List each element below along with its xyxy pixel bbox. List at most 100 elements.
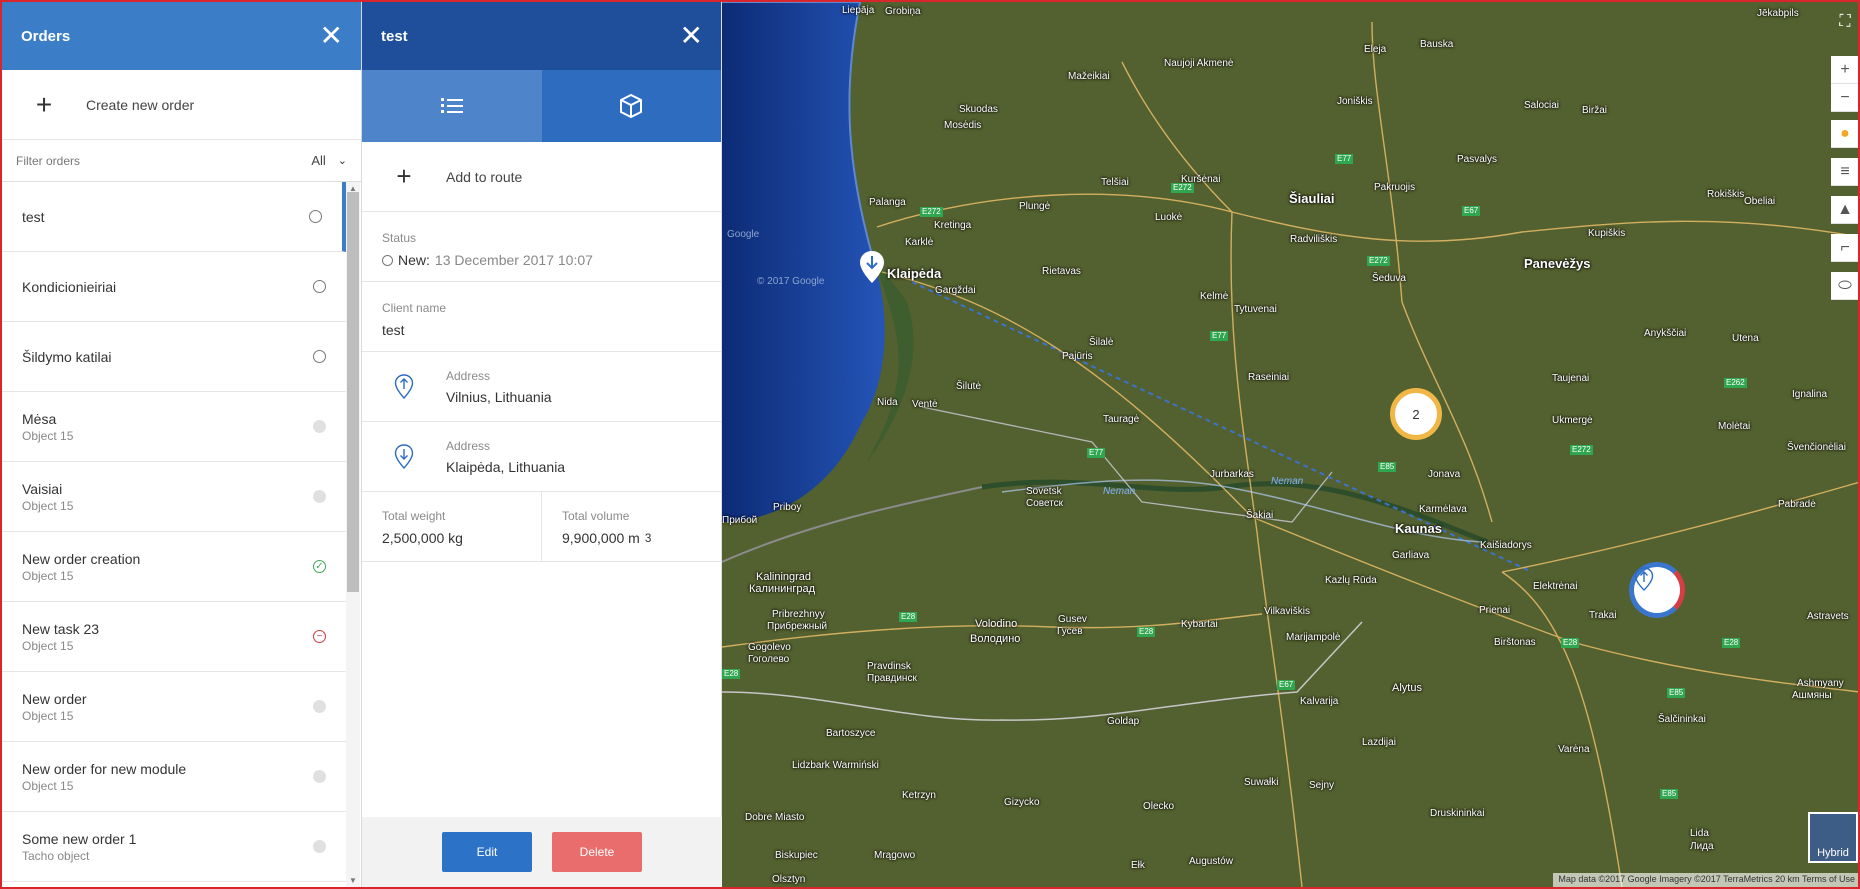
map-label: Gogolevo: [748, 642, 791, 653]
order-title: Vaisiai: [22, 480, 63, 497]
order-item[interactable]: test: [2, 182, 346, 252]
map-label: Правдинск: [867, 673, 917, 684]
order-item[interactable]: New order Object 15: [2, 672, 346, 742]
close-icon[interactable]: ✕: [320, 22, 343, 50]
map-label: Nida: [877, 397, 898, 408]
road-shield: E85: [1660, 789, 1679, 799]
add-to-route-button[interactable]: + Add to route: [362, 142, 721, 212]
polygon-icon[interactable]: ⬭: [1831, 272, 1858, 300]
close-icon[interactable]: ✕: [680, 22, 703, 50]
tab-details[interactable]: [362, 70, 542, 142]
map-label: Jurbarkas: [1210, 469, 1254, 480]
road-shield: E85: [1378, 462, 1397, 472]
filter-input[interactable]: Filter orders: [16, 154, 80, 168]
inactive-status-icon: [313, 840, 326, 853]
create-order-button[interactable]: + Create new order: [2, 70, 361, 140]
order-item[interactable]: Some new order 1 Tacho object: [2, 812, 346, 882]
order-title: New task 23: [22, 620, 100, 637]
map-label: Klaipėda: [887, 266, 942, 281]
order-item[interactable]: Kondicionieiriai: [2, 252, 346, 322]
cargo-totals: Total weight 2,500,000 kg Total volume 9…: [362, 492, 721, 562]
satellite-map[interactable]: Liepāja Grobiņa Jēkabpils Naujoji Akmenė…: [722, 2, 1858, 887]
download-pin-icon: [362, 443, 446, 470]
total-volume-label: Total volume: [562, 509, 630, 523]
status-label: Status: [382, 231, 417, 245]
delete-button[interactable]: Delete: [552, 832, 642, 872]
list-icon: [440, 98, 463, 113]
map-label: Astravets: [1807, 611, 1849, 622]
road-shield: E77: [1335, 154, 1354, 164]
order-title: New order: [22, 690, 87, 707]
scroll-down-icon[interactable]: ▼: [349, 876, 357, 885]
map-label: Калининград: [749, 583, 816, 595]
map-label: Лида: [1690, 841, 1714, 852]
map-label: Ashmyany: [1797, 678, 1844, 689]
zoom-in-icon[interactable]: +: [1831, 56, 1858, 84]
order-list-scrollbar[interactable]: ▲ ▼: [346, 182, 360, 887]
map-label: Neman: [1103, 486, 1136, 497]
filter-select[interactable]: All ⌄: [311, 153, 347, 168]
inactive-status-icon: [313, 420, 326, 433]
total-weight: Total weight 2,500,000 kg: [362, 492, 541, 561]
traffic-icon[interactable]: ≡: [1831, 158, 1858, 186]
street-view-icon[interactable]: ●: [1831, 120, 1858, 148]
zoom-out-icon[interactable]: −: [1831, 84, 1858, 112]
map-label: Прибой: [722, 515, 758, 526]
map-label: Marijampolė: [1286, 632, 1341, 643]
order-item[interactable]: Vaisiai Object 15: [2, 462, 346, 532]
inactive-status-icon: [313, 770, 326, 783]
fullscreen-icon[interactable]: ⛶: [1831, 8, 1858, 36]
detail-actions: Edit Delete: [362, 817, 722, 887]
order-title: Mėsa: [22, 410, 57, 427]
map-label: Utena: [1732, 333, 1759, 344]
edit-button[interactable]: Edit: [442, 832, 532, 872]
delivery-address-label: Address: [446, 438, 491, 453]
tab-cargo[interactable]: [541, 70, 721, 142]
upload-pin-icon[interactable]: [1629, 562, 1685, 618]
total-weight-value: 2,500,000 kg: [382, 530, 463, 546]
filter-bar: Filter orders All ⌄: [2, 140, 361, 182]
map-label: Telšiai: [1101, 177, 1129, 188]
map-label: Anykščiai: [1644, 328, 1687, 339]
volume-unit-power: 3: [644, 531, 652, 545]
order-item[interactable]: Mėsa Object 15: [2, 392, 346, 462]
marker-cluster[interactable]: 2: [1390, 388, 1442, 440]
open-status-icon: [382, 254, 393, 266]
map-label: Šalčininkai: [1658, 714, 1706, 725]
map-label: Kybartai: [1181, 619, 1218, 630]
order-item[interactable]: New task 23 Object 15 −: [2, 602, 346, 672]
stop-status-icon: −: [313, 630, 326, 643]
ruler-icon[interactable]: ⌐: [1831, 234, 1858, 262]
order-item[interactable]: Šildymo katilai: [2, 322, 346, 392]
client-name-label: Client name: [382, 301, 447, 315]
download-pin-icon[interactable]: [858, 250, 886, 284]
order-object: Object 15: [22, 708, 74, 723]
map-label: Suwałki: [1244, 777, 1279, 788]
orders-title: Orders: [21, 27, 71, 45]
map-label: Luokė: [1155, 212, 1183, 223]
map-label: Vilkaviškis: [1264, 606, 1310, 617]
application-window: Orders ✕ + Create new order Filter order…: [0, 0, 1860, 889]
map-type-toggle[interactable]: Hybrid: [1808, 812, 1858, 863]
map-label: Pajūris: [1062, 351, 1093, 362]
map-label: Elektrėnai: [1533, 581, 1578, 592]
map-label: Ашмяны: [1792, 690, 1832, 701]
plus-icon: +: [35, 88, 53, 120]
map-label: Kaišiadorys: [1480, 540, 1532, 551]
navigation-icon[interactable]: ▲: [1831, 196, 1858, 224]
detail-tabs: [362, 70, 721, 142]
map-label: Lida: [1690, 828, 1709, 839]
map-label: Trakai: [1589, 610, 1617, 621]
order-item[interactable]: New order for new module Object 15: [2, 742, 346, 812]
map-label: Bartoszyce: [826, 728, 876, 739]
map-label: Alytus: [1392, 682, 1422, 694]
map-label: Olsztyn: [772, 874, 806, 885]
order-item[interactable]: New order creation Object 15 ✓: [2, 532, 346, 602]
pickup-address: Address Vilnius, Lithuania: [362, 352, 721, 422]
map-label: Kelmė: [1200, 291, 1229, 302]
map-label: Molėtai: [1718, 421, 1751, 432]
map-label: Joniškis: [1337, 96, 1373, 107]
scroll-thumb[interactable]: [347, 192, 359, 592]
road-shield: E28: [899, 612, 918, 622]
road-shield: E272: [920, 207, 943, 217]
